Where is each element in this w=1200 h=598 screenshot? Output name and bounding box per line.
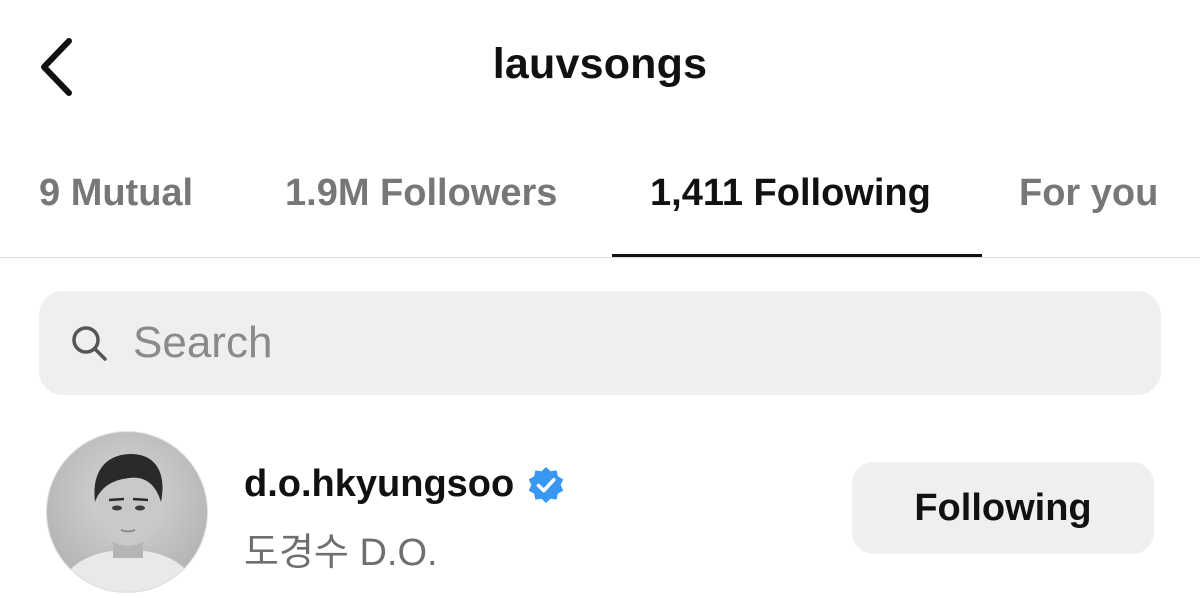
- tab-for-you[interactable]: For you: [1019, 172, 1158, 215]
- verified-badge-icon: [526, 465, 566, 505]
- avatar[interactable]: [46, 431, 208, 593]
- header: lauvsongs: [0, 0, 1200, 140]
- search-bar[interactable]: [39, 291, 1161, 395]
- username-line[interactable]: d.o.hkyungsoo: [244, 463, 566, 506]
- active-tab-indicator: [612, 254, 982, 257]
- following-button[interactable]: Following: [852, 462, 1154, 554]
- tab-followers[interactable]: 1.9M Followers: [285, 172, 557, 215]
- tab-bar: 9 Mutual 1.9M Followers 1,411 Following …: [0, 150, 1200, 258]
- username: d.o.hkyungsoo: [244, 463, 515, 505]
- tab-mutual[interactable]: 9 Mutual: [39, 172, 193, 215]
- search-icon: [67, 321, 111, 365]
- list-item[interactable]: d.o.hkyungsoo 도경수 D.O. Following: [0, 425, 1200, 598]
- tab-following[interactable]: 1,411 Following: [650, 172, 931, 215]
- search-input[interactable]: [133, 318, 1033, 368]
- page-title: lauvsongs: [492, 40, 708, 88]
- full-name: 도경수 D.O.: [244, 532, 438, 574]
